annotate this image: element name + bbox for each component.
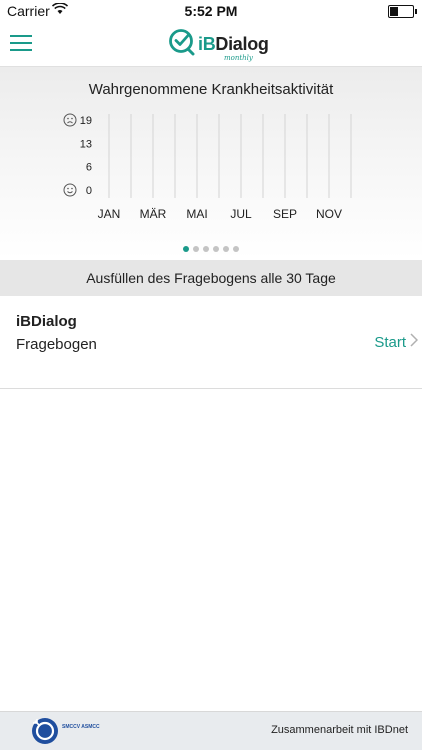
nav-bar: iBDialog monthly [0,22,422,67]
clock: 5:52 PM [184,3,238,19]
activity-chart: 19 13 6 0 JAN MÄR MAI JUL SEP NOV [63,113,352,221]
page-dot[interactable] [223,246,229,252]
chevron-right-icon [410,333,418,347]
collaboration-note: Zusammenarbeit mit IBDnet [271,724,408,736]
section-header: Ausfüllen des Fragebogens alle 30 Tage [0,260,422,296]
footer: SMCCV ASMCC Zusammenarbeit mit IBDnet [0,711,422,750]
check-bubble-icon [169,29,195,56]
page-dot[interactable] [193,246,199,252]
page-dot[interactable] [203,246,209,252]
x-tick-label: MÄR [140,207,167,221]
status-bar: Carrier 5:52 PM [0,0,422,22]
happy-face-icon [63,183,77,197]
hamburger-menu-button[interactable] [10,34,32,52]
y-tick-label: 0 [86,185,92,197]
x-tick-label: MAI [186,207,207,221]
y-tick-label: 6 [86,162,92,174]
activity-chart-panel[interactable]: Wahrgenommene Krankheitsaktivität 19 13 6 0… [0,67,422,259]
page-indicator[interactable] [0,239,422,257]
society-name: SMCCV ASMCC [62,724,100,730]
y-tick-label: 19 [80,115,92,127]
questionnaire-title: iBDialog [16,313,77,330]
page-dot[interactable] [183,246,189,252]
sad-face-icon [63,113,77,127]
battery-icon [388,5,417,18]
x-tick-label: NOV [316,207,342,221]
logo-wordmark: iBDialog [198,34,269,54]
x-tick-label: JUL [230,207,252,221]
questionnaire-subtitle: Fragebogen [16,336,97,353]
start-label: Start [374,334,406,351]
y-tick-label: 13 [80,138,92,150]
page-dot[interactable] [233,246,239,252]
society-logo-icon [32,718,58,744]
logo-subtitle: monthly [224,54,253,62]
page-dot[interactable] [213,246,219,252]
x-tick-label: SEP [273,207,297,221]
questionnaire-row[interactable]: iBDialog Fragebogen Start [0,297,422,389]
x-tick-label: JAN [98,207,121,221]
start-button[interactable]: Start [374,333,418,351]
